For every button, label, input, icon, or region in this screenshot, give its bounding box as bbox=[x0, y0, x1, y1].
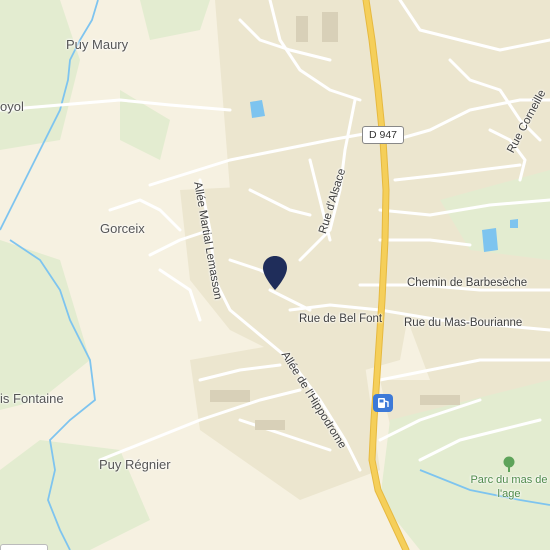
place-label-gorceix: Gorceix bbox=[100, 221, 145, 236]
place-label-oyol: oyol bbox=[0, 99, 24, 114]
street-label-chemin-de-barbeseche: Chemin de Barbesèche bbox=[407, 277, 528, 289]
street-label-rue-du-mas-bourianne: Rue du Mas-Bourianne bbox=[404, 317, 523, 329]
map-scale-box bbox=[0, 544, 48, 550]
place-label-puy-regnier: Puy Régnier bbox=[99, 457, 171, 472]
park-label-parc-du-mas-de-lage[interactable]: Parc du mas de l'age bbox=[469, 474, 549, 502]
place-label-puy-maury: Puy Maury bbox=[66, 37, 129, 52]
map-view[interactable]: Puy Maury oyol Gorceix is Fontaine Puy R… bbox=[0, 0, 550, 550]
place-label-is-fontaine: is Fontaine bbox=[0, 391, 64, 406]
location-pin-icon[interactable] bbox=[263, 256, 287, 290]
road-shield-d947: D 947 bbox=[362, 126, 404, 144]
fuel-station-icon[interactable] bbox=[373, 394, 393, 412]
park-tree-icon bbox=[503, 456, 515, 472]
street-label-rue-de-bel-font: Rue de Bel Font bbox=[299, 313, 383, 325]
